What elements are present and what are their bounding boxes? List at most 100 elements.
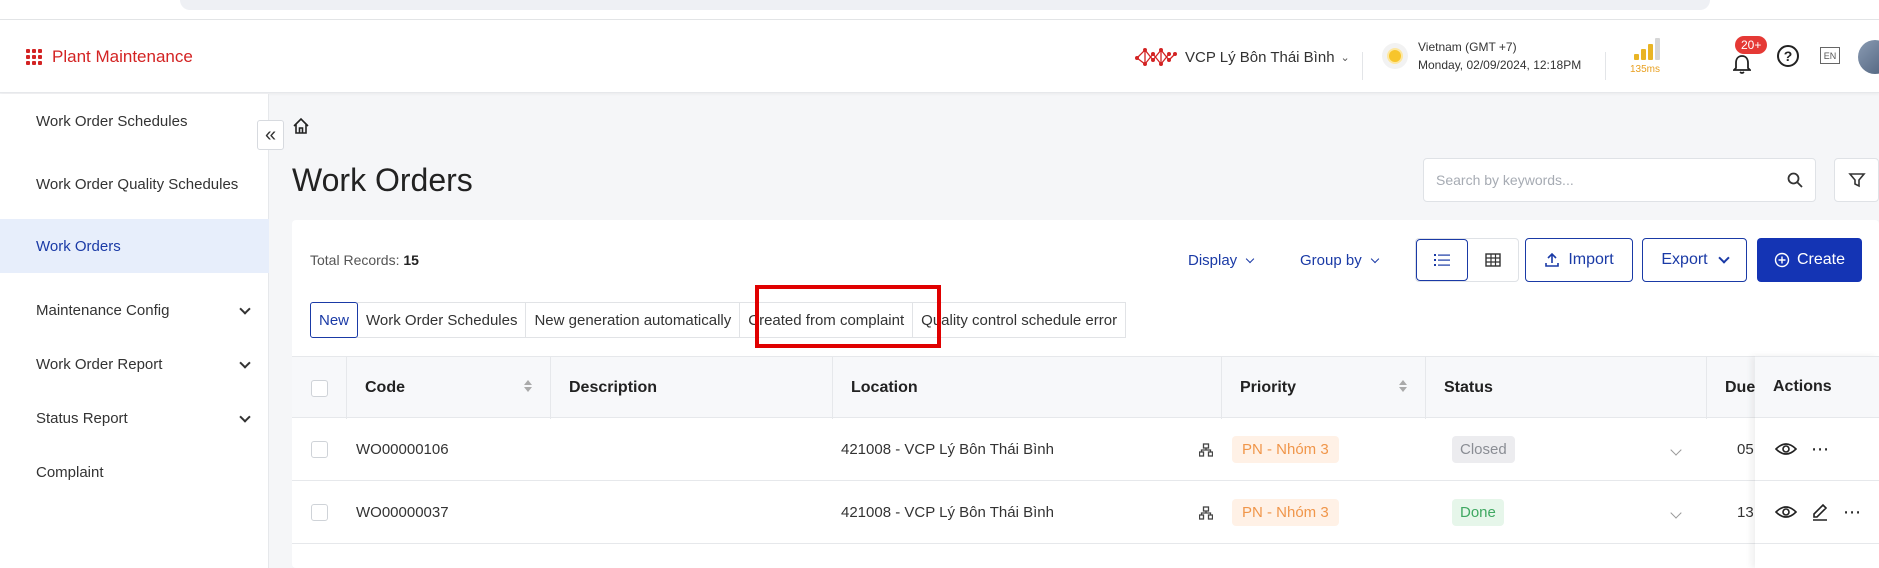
search-icon[interactable] [1787,172,1803,188]
chevron-down-icon: ⌄ [1340,51,1350,64]
collapse-sidebar-button[interactable]: « [257,120,284,150]
chip-quality-control-schedule-error[interactable]: Quality control schedule error [912,302,1127,338]
sidebar-item-label: Work Order Report [36,355,163,373]
table-row[interactable] [292,544,1879,568]
sidebar-item-complaint[interactable]: Complaint [0,445,269,499]
chip-new-generation-automatically[interactable]: New generation automatically [525,302,741,338]
sidebar-item-label: Complaint [36,463,104,481]
select-all-cell [292,357,347,419]
column-code[interactable]: Code [347,357,551,419]
divider [1362,52,1363,80]
table-row[interactable]: WO00000037 421008 - VCP Lý Bôn Thái Bình… [292,481,1879,544]
column-actions: Actions [1755,356,1879,418]
import-label: Import [1568,251,1614,268]
site-selector[interactable]: VCP Lý Bôn Thái Bình ⌄ [1135,46,1350,68]
status-badge: Closed [1452,436,1515,463]
column-label: Description [569,379,658,396]
work-orders-panel: Total Records: 15 Display Group by Impor… [292,220,1879,568]
column-label: Location [851,379,918,396]
hierarchy-icon[interactable] [1199,418,1213,481]
upload-icon [1545,252,1560,267]
import-button[interactable]: Import [1525,238,1633,282]
work-orders-table: Code Description Location Priority Statu… [292,356,1879,568]
chevron-down-icon [239,411,251,423]
status-badge: Done [1452,499,1504,526]
view-toggle [1415,238,1519,282]
chip-new[interactable]: New [310,302,359,338]
notification-badge[interactable]: 20+ [1735,36,1768,54]
sort-icon[interactable] [524,380,532,392]
sidebar-item-maintenance-config[interactable]: Maintenance Config [0,283,269,337]
chevron-down-icon [239,357,251,369]
chip-work-order-schedules[interactable]: Work Order Schedules [357,302,527,338]
filter-button[interactable] [1834,158,1879,202]
browser-top-bar [0,0,1879,20]
sidebar-item-label: Status Report [36,409,128,427]
priority-badge: PN - Nhóm 3 [1232,436,1339,463]
eye-icon[interactable] [1775,442,1797,456]
network-logo-icon [1135,48,1177,66]
divider [1605,52,1606,80]
sort-icon[interactable] [1399,380,1407,392]
row-checkbox[interactable] [311,441,328,458]
home-icon[interactable] [292,117,310,135]
column-label: Priority [1240,379,1297,396]
chevron-down-icon [239,303,251,315]
column-label: Code [365,379,405,396]
row-actions: ⋯ [1755,418,1879,481]
export-button[interactable]: Export [1642,238,1747,282]
more-icon[interactable]: ⋯ [1811,439,1830,460]
filter-chips: New Work Order Schedules New generation … [310,302,1127,338]
total-records-label: Total Records: [310,252,400,268]
create-label: Create [1796,251,1846,268]
search-input[interactable] [1424,159,1754,201]
latency-text: 135ms [1630,64,1661,75]
user-avatar[interactable] [1858,40,1879,74]
status-dropdown-icon[interactable] [1670,506,1682,519]
app-header: Plant Maintenance VCP Lý Bôn Thái Bình ⌄… [0,20,1879,93]
group-by-dropdown[interactable]: Group by [1300,252,1379,269]
search-box[interactable] [1423,158,1816,202]
sidebar-item-work-order-report[interactable]: Work Order Report [0,337,269,391]
plus-circle-icon [1774,252,1790,268]
edit-icon[interactable] [1811,503,1829,521]
timezone-text: Vietnam (GMT +7) [1418,40,1517,54]
list-view-button[interactable] [1416,239,1468,281]
actions-column: Actions ⋯ ⋯ [1755,356,1879,568]
signal-bars-icon [1634,36,1670,60]
display-label: Display [1188,252,1238,269]
help-icon[interactable]: ? [1777,45,1799,67]
row-checkbox[interactable] [311,504,328,521]
display-dropdown[interactable]: Display [1188,252,1255,269]
sidebar-item-work-order-schedules[interactable]: Work Order Schedules [0,94,269,148]
sidebar-item-work-order-quality-schedules[interactable]: Work Order Quality Schedules [0,157,269,211]
grid-view-button[interactable] [1468,239,1518,281]
sidebar-item-status-report[interactable]: Status Report [0,391,269,445]
status-dropdown-icon[interactable] [1670,443,1682,456]
network-signal: 135ms [1630,36,1670,82]
hierarchy-icon[interactable] [1199,481,1213,544]
bell-icon[interactable] [1733,54,1751,74]
address-bar[interactable] [180,0,1710,10]
column-location: Location [833,357,1222,419]
row-location: 421008 - VCP Lý Bôn Thái Bình [841,504,1054,521]
filter-icon [1847,173,1866,188]
export-label: Export [1661,251,1708,268]
site-name: VCP Lý Bôn Thái Bình [1185,48,1335,66]
column-priority[interactable]: Priority [1222,357,1426,419]
row-location: 421008 - VCP Lý Bôn Thái Bình [841,441,1054,458]
chip-created-from-complaint[interactable]: Created from complaint [739,302,914,338]
sidebar: Work Order Schedules Work Order Quality … [0,94,269,568]
eye-icon[interactable] [1775,505,1797,519]
select-all-checkbox[interactable] [310,379,328,397]
apps-grid-icon[interactable] [26,49,42,65]
row-actions: ⋯ [1755,481,1879,544]
more-icon[interactable]: ⋯ [1843,502,1862,523]
sidebar-item-work-orders[interactable]: Work Orders [0,219,269,273]
sun-icon [1382,43,1408,69]
page-title: Work Orders [292,162,473,198]
language-switch[interactable]: EN [1820,47,1840,64]
table-row[interactable]: WO00000106 421008 - VCP Lý Bôn Thái Bình… [292,418,1879,481]
create-button[interactable]: Create [1757,238,1862,282]
app-brand[interactable]: Plant Maintenance [26,47,193,67]
